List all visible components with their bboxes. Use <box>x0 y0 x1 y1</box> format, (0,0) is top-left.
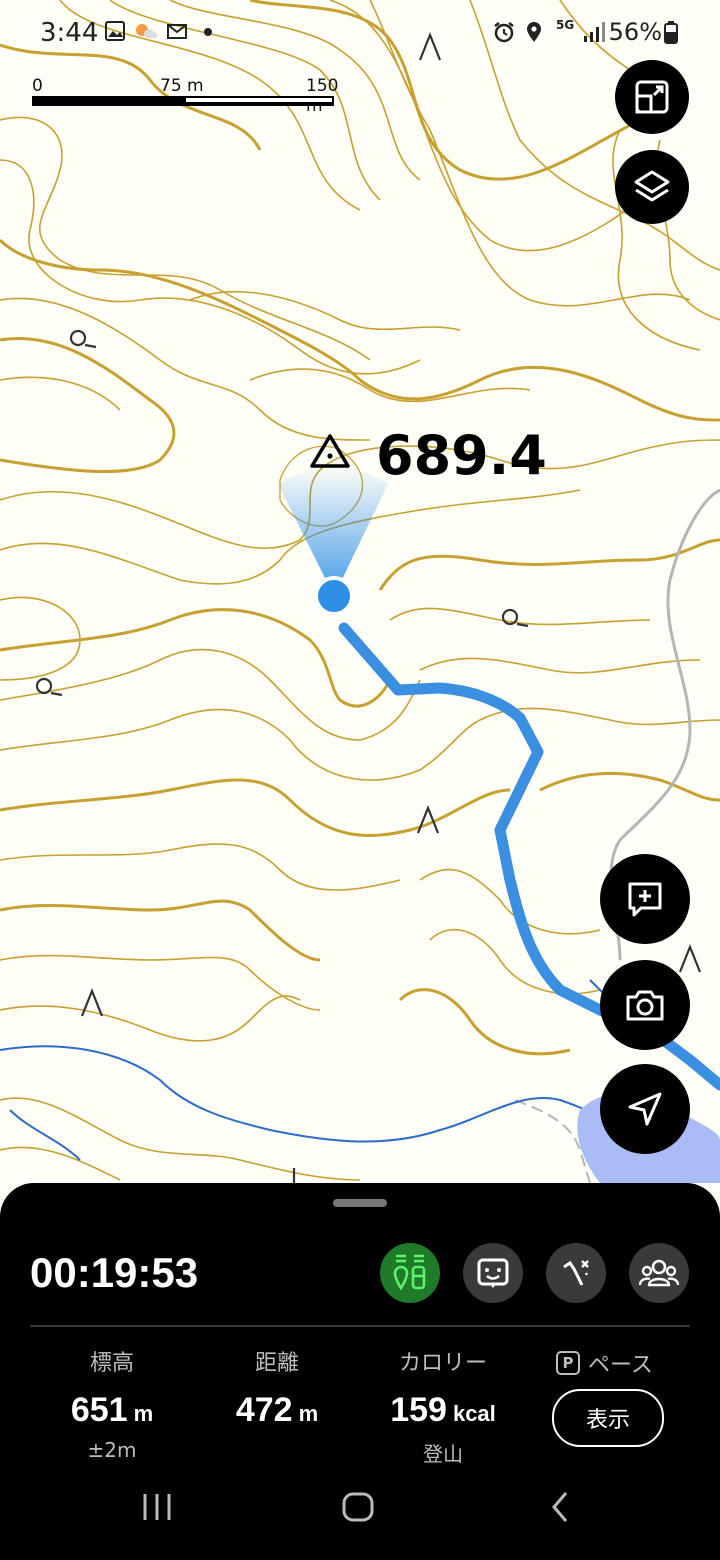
track-mode-icon <box>393 1254 426 1291</box>
calorie-label: カロリー <box>398 1351 487 1376</box>
group-icon <box>639 1259 679 1287</box>
pace-text: ペース <box>588 1353 653 1378</box>
route-icon <box>563 1260 590 1286</box>
add-note-icon <box>628 882 662 917</box>
layers-icon <box>634 170 670 202</box>
recent-apps-icon[interactable] <box>140 1490 174 1524</box>
elevation-stat: 標高 651 m ±2m <box>27 1345 197 1462</box>
camera-icon <box>626 990 664 1021</box>
image-icon <box>105 21 125 41</box>
status-time: 3:44 <box>40 18 99 48</box>
elevation-accuracy: ±2m <box>87 1438 137 1462</box>
calorie-stat: カロリー 159 kcal 登山 <box>358 1345 528 1467</box>
back-icon[interactable] <box>546 1490 574 1524</box>
peak-elevation-label: 689.4 <box>376 424 547 487</box>
distance-stat: 距離 472 m <box>192 1345 362 1430</box>
scale-label-75: 75 m <box>160 76 204 96</box>
navigate-button[interactable] <box>600 1064 690 1154</box>
sheet-drag-handle[interactable] <box>333 1199 387 1207</box>
network-type: 5G <box>556 18 575 32</box>
location-icon <box>527 22 541 42</box>
battery-icon <box>664 21 678 44</box>
show-pace-button[interactable]: 表示 <box>552 1389 664 1447</box>
face-icon <box>477 1258 509 1288</box>
current-position-marker <box>314 576 354 616</box>
distance-value: 472 <box>235 1391 293 1429</box>
camera-button[interactable] <box>600 960 690 1050</box>
mail-icon <box>167 24 187 39</box>
home-icon[interactable] <box>340 1490 376 1524</box>
distance-unit: m <box>298 1401 319 1426</box>
alarm-icon <box>494 22 514 43</box>
elevation-label: 標高 <box>89 1351 134 1376</box>
elevation-value: 651 <box>70 1391 128 1429</box>
scale-bar-graphic <box>32 96 334 106</box>
track-mode-button[interactable] <box>380 1243 440 1303</box>
route-button[interactable] <box>546 1243 606 1303</box>
layers-button[interactable] <box>615 150 689 224</box>
fullscreen-button[interactable] <box>615 60 689 134</box>
fullscreen-icon <box>635 80 669 114</box>
cloud-icon <box>136 24 158 38</box>
add-note-button[interactable] <box>600 854 690 944</box>
pace-badge: P <box>556 1351 580 1375</box>
battery-percent: 56% <box>608 18 662 46</box>
activity-type: 登山 <box>423 1442 463 1466</box>
divider <box>30 1325 690 1327</box>
face-button[interactable] <box>463 1243 523 1303</box>
scale-label-0: 0 <box>32 76 43 96</box>
elevation-unit: m <box>133 1401 154 1426</box>
calorie-unit: kcal <box>452 1401 496 1426</box>
dot-icon <box>204 28 212 36</box>
group-button[interactable] <box>629 1243 689 1303</box>
navigate-icon <box>628 1092 662 1126</box>
calorie-value: 159 <box>390 1391 447 1429</box>
signal-icon <box>584 22 605 42</box>
scale-bar: 0 75 m 150 m <box>32 76 342 116</box>
status-bar: 3:44 5G 56% <box>0 0 720 68</box>
distance-label: 距離 <box>254 1351 299 1376</box>
pace-label: P ペース <box>556 1347 653 1379</box>
elapsed-time: 00:19:53 <box>30 1249 199 1296</box>
